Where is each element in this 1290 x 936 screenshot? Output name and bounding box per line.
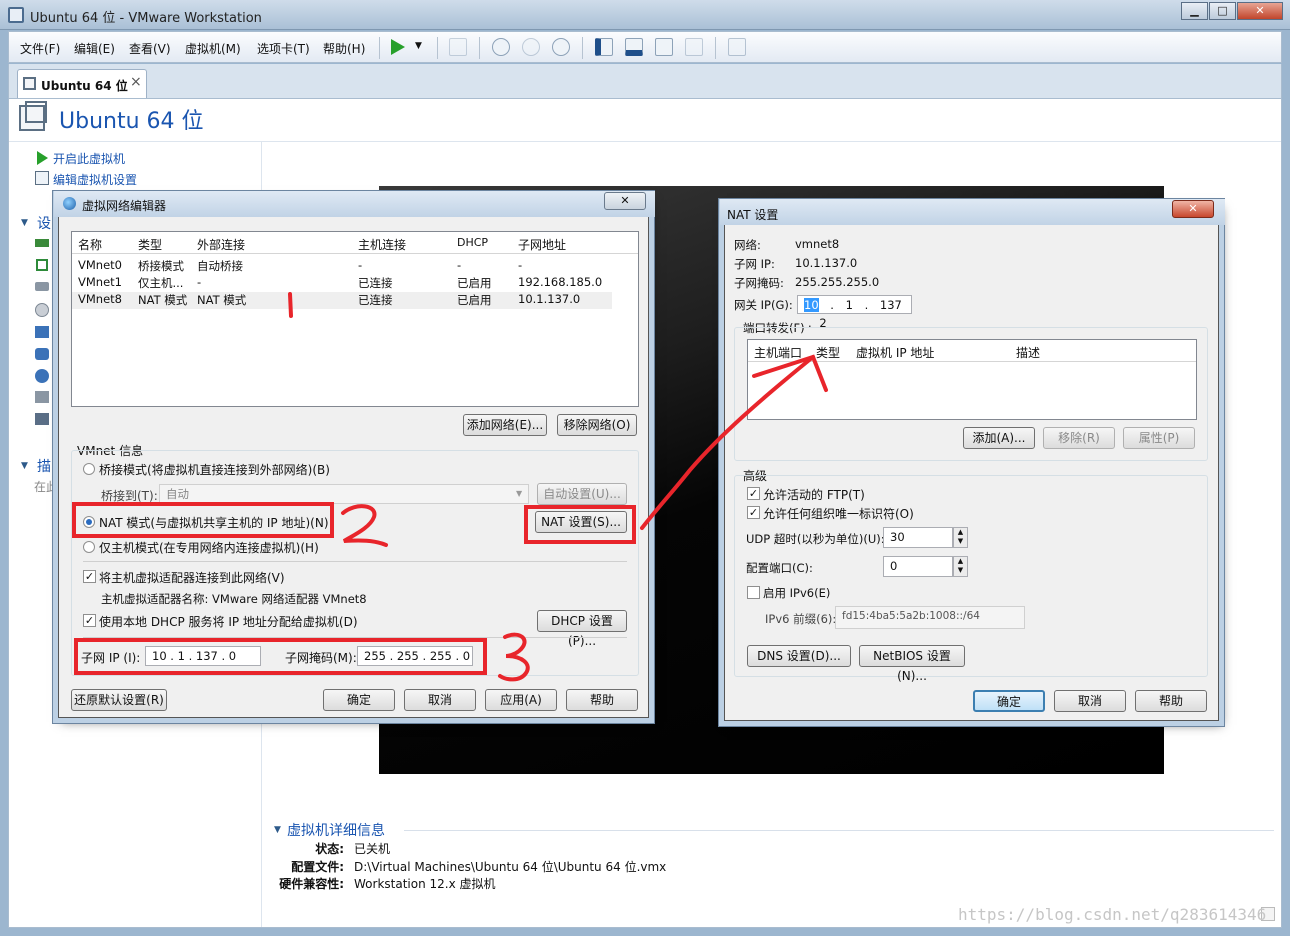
- annotation-stroke-1: [288, 292, 293, 318]
- annotation-arrow: [640, 355, 815, 530]
- annotation-stroke-2: [341, 504, 388, 547]
- annotation-stroke-3: [498, 632, 530, 682]
- watermark: https://blog.csdn.net/q283614346: [958, 905, 1267, 924]
- annotation-overlay: [288, 292, 828, 682]
